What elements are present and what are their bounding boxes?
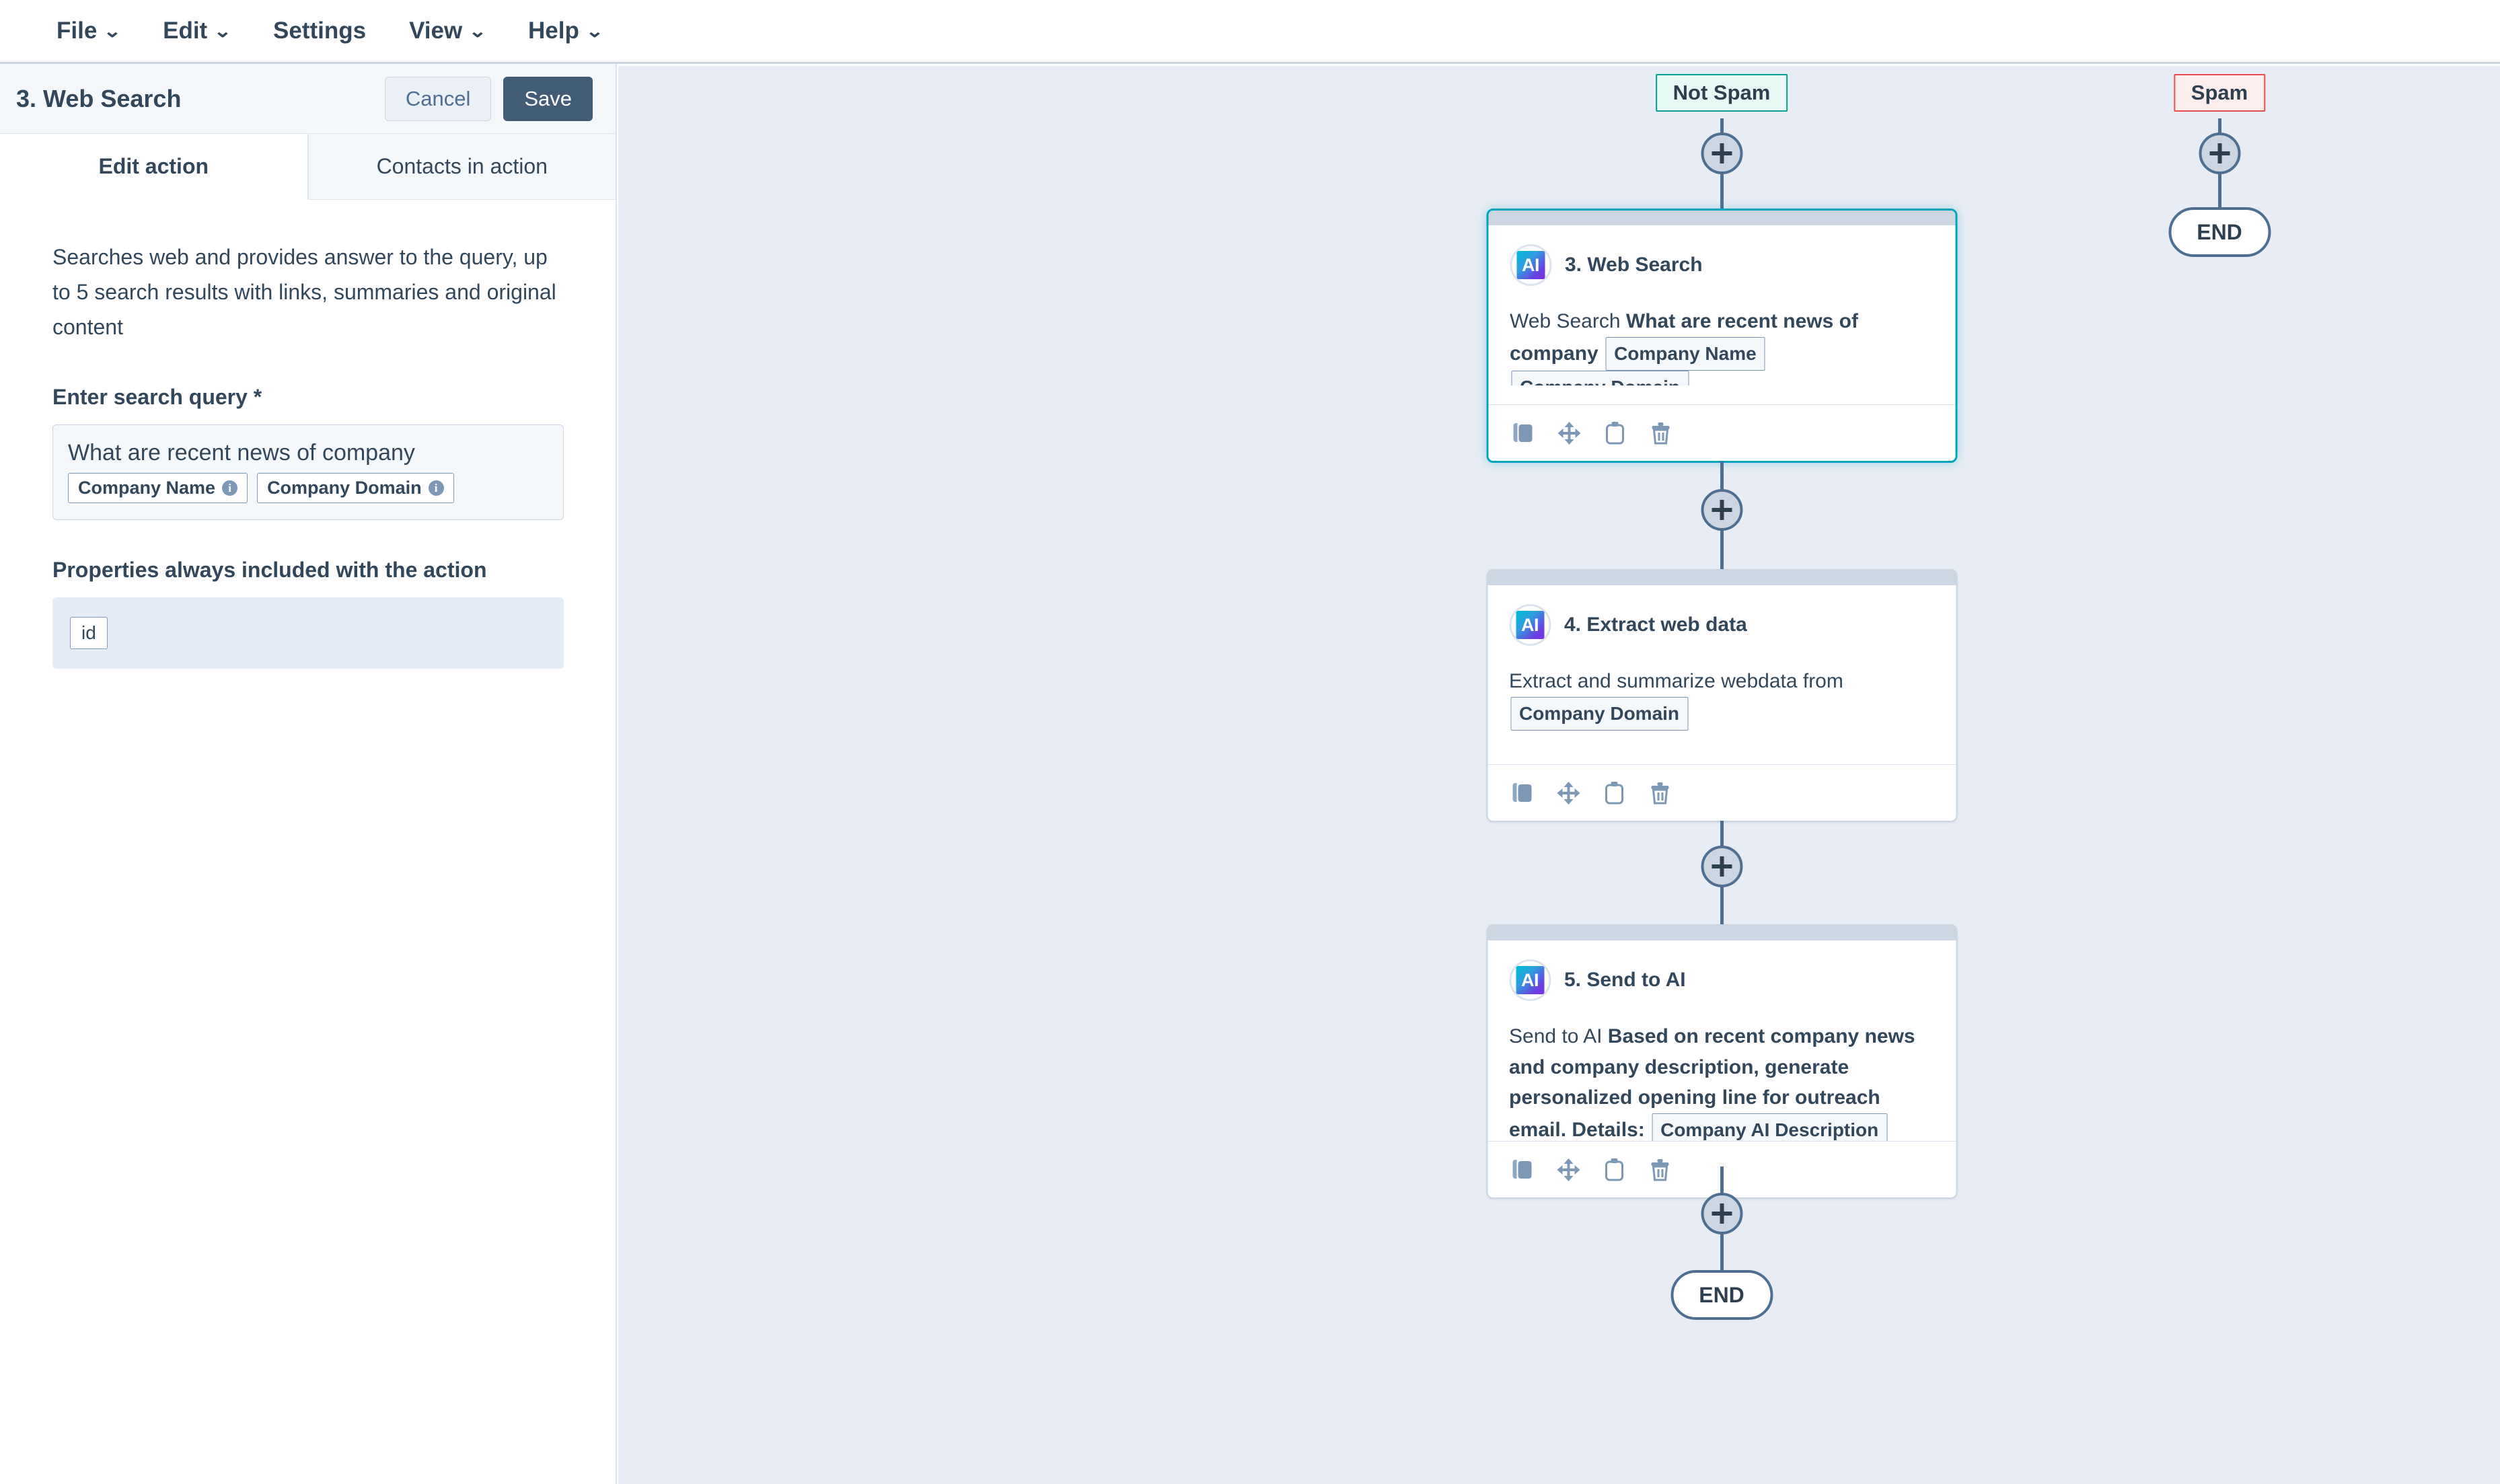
end-node[interactable]: END xyxy=(2168,207,2271,257)
workflow-card-web-search[interactable]: AI 3. Web Search Web Search What are rec… xyxy=(1486,209,1957,463)
card-title: 4. Extract web data xyxy=(1564,614,1747,636)
card-title: 3. Web Search xyxy=(1565,254,1703,276)
add-step-button[interactable] xyxy=(1701,133,1742,174)
workflow-card-extract-web-data[interactable]: AI 4. Extract web data Extract and summa… xyxy=(1486,569,1957,822)
ai-badge-label: AI xyxy=(1516,611,1544,639)
chip-label: Company Name xyxy=(78,477,216,498)
add-step-button[interactable] xyxy=(1701,846,1742,887)
duplicate-icon[interactable] xyxy=(1510,1156,1535,1183)
menu-label: File xyxy=(57,17,98,44)
card-token-company-domain[interactable]: Company Domain xyxy=(1511,371,1689,385)
menu-item-view[interactable]: View ⌄ xyxy=(388,11,507,51)
card-token-company-name[interactable]: Company Name xyxy=(1605,336,1765,371)
add-step-button[interactable] xyxy=(1701,489,1742,531)
connector-line xyxy=(1720,174,1724,211)
trash-icon[interactable] xyxy=(1648,1156,1672,1183)
card-toolbar xyxy=(1487,764,1956,821)
card-title: 5. Send to AI xyxy=(1564,969,1686,991)
info-icon[interactable]: i xyxy=(428,480,444,496)
menu-item-settings[interactable]: Settings xyxy=(252,11,388,51)
card-top-bar xyxy=(1488,211,1955,225)
action-editor-panel: 3. Web Search Cancel Save Edit action Co… xyxy=(0,64,617,1484)
chevron-down-icon: ⌄ xyxy=(585,21,604,41)
clipboard-icon[interactable] xyxy=(1602,780,1626,807)
properties-box: id xyxy=(52,597,564,669)
branch-label-spam[interactable]: Spam xyxy=(2173,74,2266,112)
card-header: AI 3. Web Search xyxy=(1510,244,1934,286)
connector-line xyxy=(2217,174,2221,209)
card-top-bar xyxy=(1487,570,1956,585)
panel-body: Searches web and provides answer to the … xyxy=(0,200,616,669)
chip-label: Company Domain xyxy=(267,477,422,498)
workflow-canvas[interactable]: Not Spam AI 3. Web Search Web Search Wha… xyxy=(618,66,2500,1484)
action-description: Searches web and provides answer to the … xyxy=(52,245,556,339)
menu-item-file[interactable]: File ⌄ xyxy=(35,11,141,51)
end-node[interactable]: END xyxy=(1670,1270,1773,1320)
ai-badge-label: AI xyxy=(1516,251,1545,279)
duplicate-icon[interactable] xyxy=(1511,420,1535,447)
menu-bar: File ⌄ Edit ⌄ Settings View ⌄ Help ⌄ xyxy=(0,0,2500,64)
workflow-card-send-to-ai[interactable]: AI 5. Send to AI Send to AI Based on rec… xyxy=(1486,924,1957,1199)
card-text-prefix: Send to AI xyxy=(1509,1025,1608,1047)
info-icon[interactable]: i xyxy=(222,480,238,496)
tab-edit-action[interactable]: Edit action xyxy=(0,134,308,200)
add-step-button[interactable] xyxy=(1701,1193,1742,1234)
card-header: AI 5. Send to AI xyxy=(1509,959,1934,1001)
add-step-button[interactable] xyxy=(2199,133,2240,174)
token-chip-company-name[interactable]: Company Name i xyxy=(68,472,248,503)
menu-item-edit[interactable]: Edit ⌄ xyxy=(141,11,252,51)
tab-contacts-in-action[interactable]: Contacts in action xyxy=(307,134,616,200)
cancel-button[interactable]: Cancel xyxy=(384,76,492,121)
branch-spam: Spam END xyxy=(2168,66,2271,1484)
search-query-input[interactable]: What are recent news of company Company … xyxy=(52,424,564,520)
trash-icon[interactable] xyxy=(1648,420,1672,447)
card-description: Extract and summarize webdata from Compa… xyxy=(1509,666,1934,745)
move-icon[interactable] xyxy=(1556,780,1580,807)
save-button[interactable]: Save xyxy=(503,76,593,121)
connector-line xyxy=(1720,530,1724,570)
ai-badge-label: AI xyxy=(1516,966,1544,994)
chevron-down-icon: ⌄ xyxy=(468,21,487,41)
property-chip-id[interactable]: id xyxy=(70,616,108,649)
clipboard-icon[interactable] xyxy=(1602,1156,1626,1183)
card-toolbar xyxy=(1488,404,1955,461)
card-token-company-domain[interactable]: Company Domain xyxy=(1510,696,1689,731)
connector-line xyxy=(1720,1234,1724,1271)
menu-label: Settings xyxy=(273,17,367,44)
ai-icon: AI xyxy=(1510,244,1551,286)
panel-tabs: Edit action Contacts in action xyxy=(0,134,616,200)
trash-icon[interactable] xyxy=(1648,780,1672,807)
card-description: Web Search What are recent news of compa… xyxy=(1510,306,1934,385)
search-query-value: What are recent news of company xyxy=(68,440,415,466)
duplicate-icon[interactable] xyxy=(1510,780,1535,807)
card-top-bar xyxy=(1487,926,1956,940)
menu-label: View xyxy=(409,17,463,44)
page-title: 3. Web Search xyxy=(16,84,182,112)
card-description: Send to AI Based on recent company news … xyxy=(1509,1021,1934,1141)
search-query-chips: Company Name i Company Domain i xyxy=(68,472,548,503)
token-chip-company-domain[interactable]: Company Domain i xyxy=(257,472,454,503)
ai-icon: AI xyxy=(1509,604,1551,646)
connector-line xyxy=(1720,887,1724,927)
branch-label-not-spam[interactable]: Not Spam xyxy=(1655,74,1788,112)
menu-item-help[interactable]: Help ⌄ xyxy=(507,11,624,51)
card-text-prefix: Extract and summarize webdata from xyxy=(1509,670,1843,692)
move-icon[interactable] xyxy=(1556,1156,1580,1183)
ai-icon: AI xyxy=(1509,959,1551,1001)
panel-header: 3. Web Search Cancel Save xyxy=(0,64,616,134)
move-icon[interactable] xyxy=(1557,420,1581,447)
chevron-down-icon: ⌄ xyxy=(213,21,232,41)
clipboard-icon[interactable] xyxy=(1603,420,1627,447)
menu-label: Help xyxy=(528,17,579,44)
chevron-down-icon: ⌄ xyxy=(103,21,122,41)
properties-label: Properties always included with the acti… xyxy=(52,557,487,582)
card-token-company-ai-description[interactable]: Company AI Description xyxy=(1652,1113,1888,1141)
card-text-prefix: Web Search xyxy=(1510,310,1626,332)
menu-label: Edit xyxy=(163,17,208,44)
search-query-label: Enter search query * xyxy=(52,385,262,410)
card-header: AI 4. Extract web data xyxy=(1509,604,1934,646)
